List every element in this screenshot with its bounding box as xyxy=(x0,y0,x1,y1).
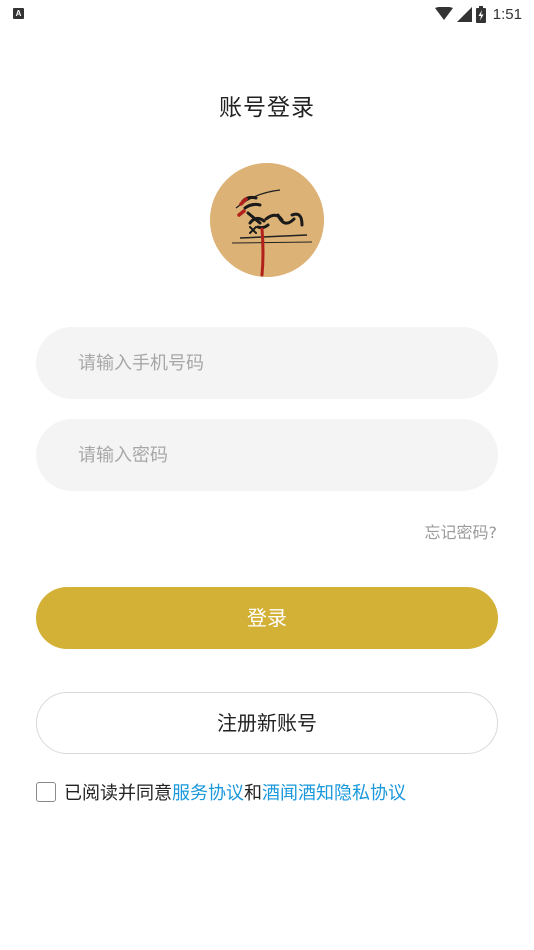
status-icons: 1:51 xyxy=(434,4,522,24)
password-input[interactable] xyxy=(36,419,498,491)
register-button[interactable]: 注册新账号 xyxy=(36,692,498,754)
phone-input[interactable] xyxy=(36,327,498,399)
status-time: 1:51 xyxy=(492,5,522,23)
privacy-policy-link[interactable]: 酒闻酒知隐私协议 xyxy=(262,779,406,805)
wifi-icon xyxy=(434,7,453,20)
status-bar: A 1:51 xyxy=(0,0,534,28)
login-button[interactable]: 登录 xyxy=(36,587,498,649)
agreement-joiner: 和 xyxy=(244,783,262,804)
brand-logo xyxy=(210,163,324,277)
service-agreement-link[interactable]: 服务协议 xyxy=(172,779,244,805)
signal-icon xyxy=(456,6,472,22)
battery-charging-icon xyxy=(475,5,486,23)
calligraphy-logo-icon xyxy=(210,163,324,277)
agreement-row: 已阅读并同意 服务协议 和 酒闻酒知隐私协议 xyxy=(36,779,406,805)
agreement-prefix: 已阅读并同意 xyxy=(64,783,172,804)
agreement-checkbox[interactable] xyxy=(36,782,56,802)
forgot-password-link[interactable]: 忘记密码? xyxy=(425,519,498,543)
page-title: 账号登录 xyxy=(219,95,315,121)
notification-a-icon: A xyxy=(13,8,24,19)
